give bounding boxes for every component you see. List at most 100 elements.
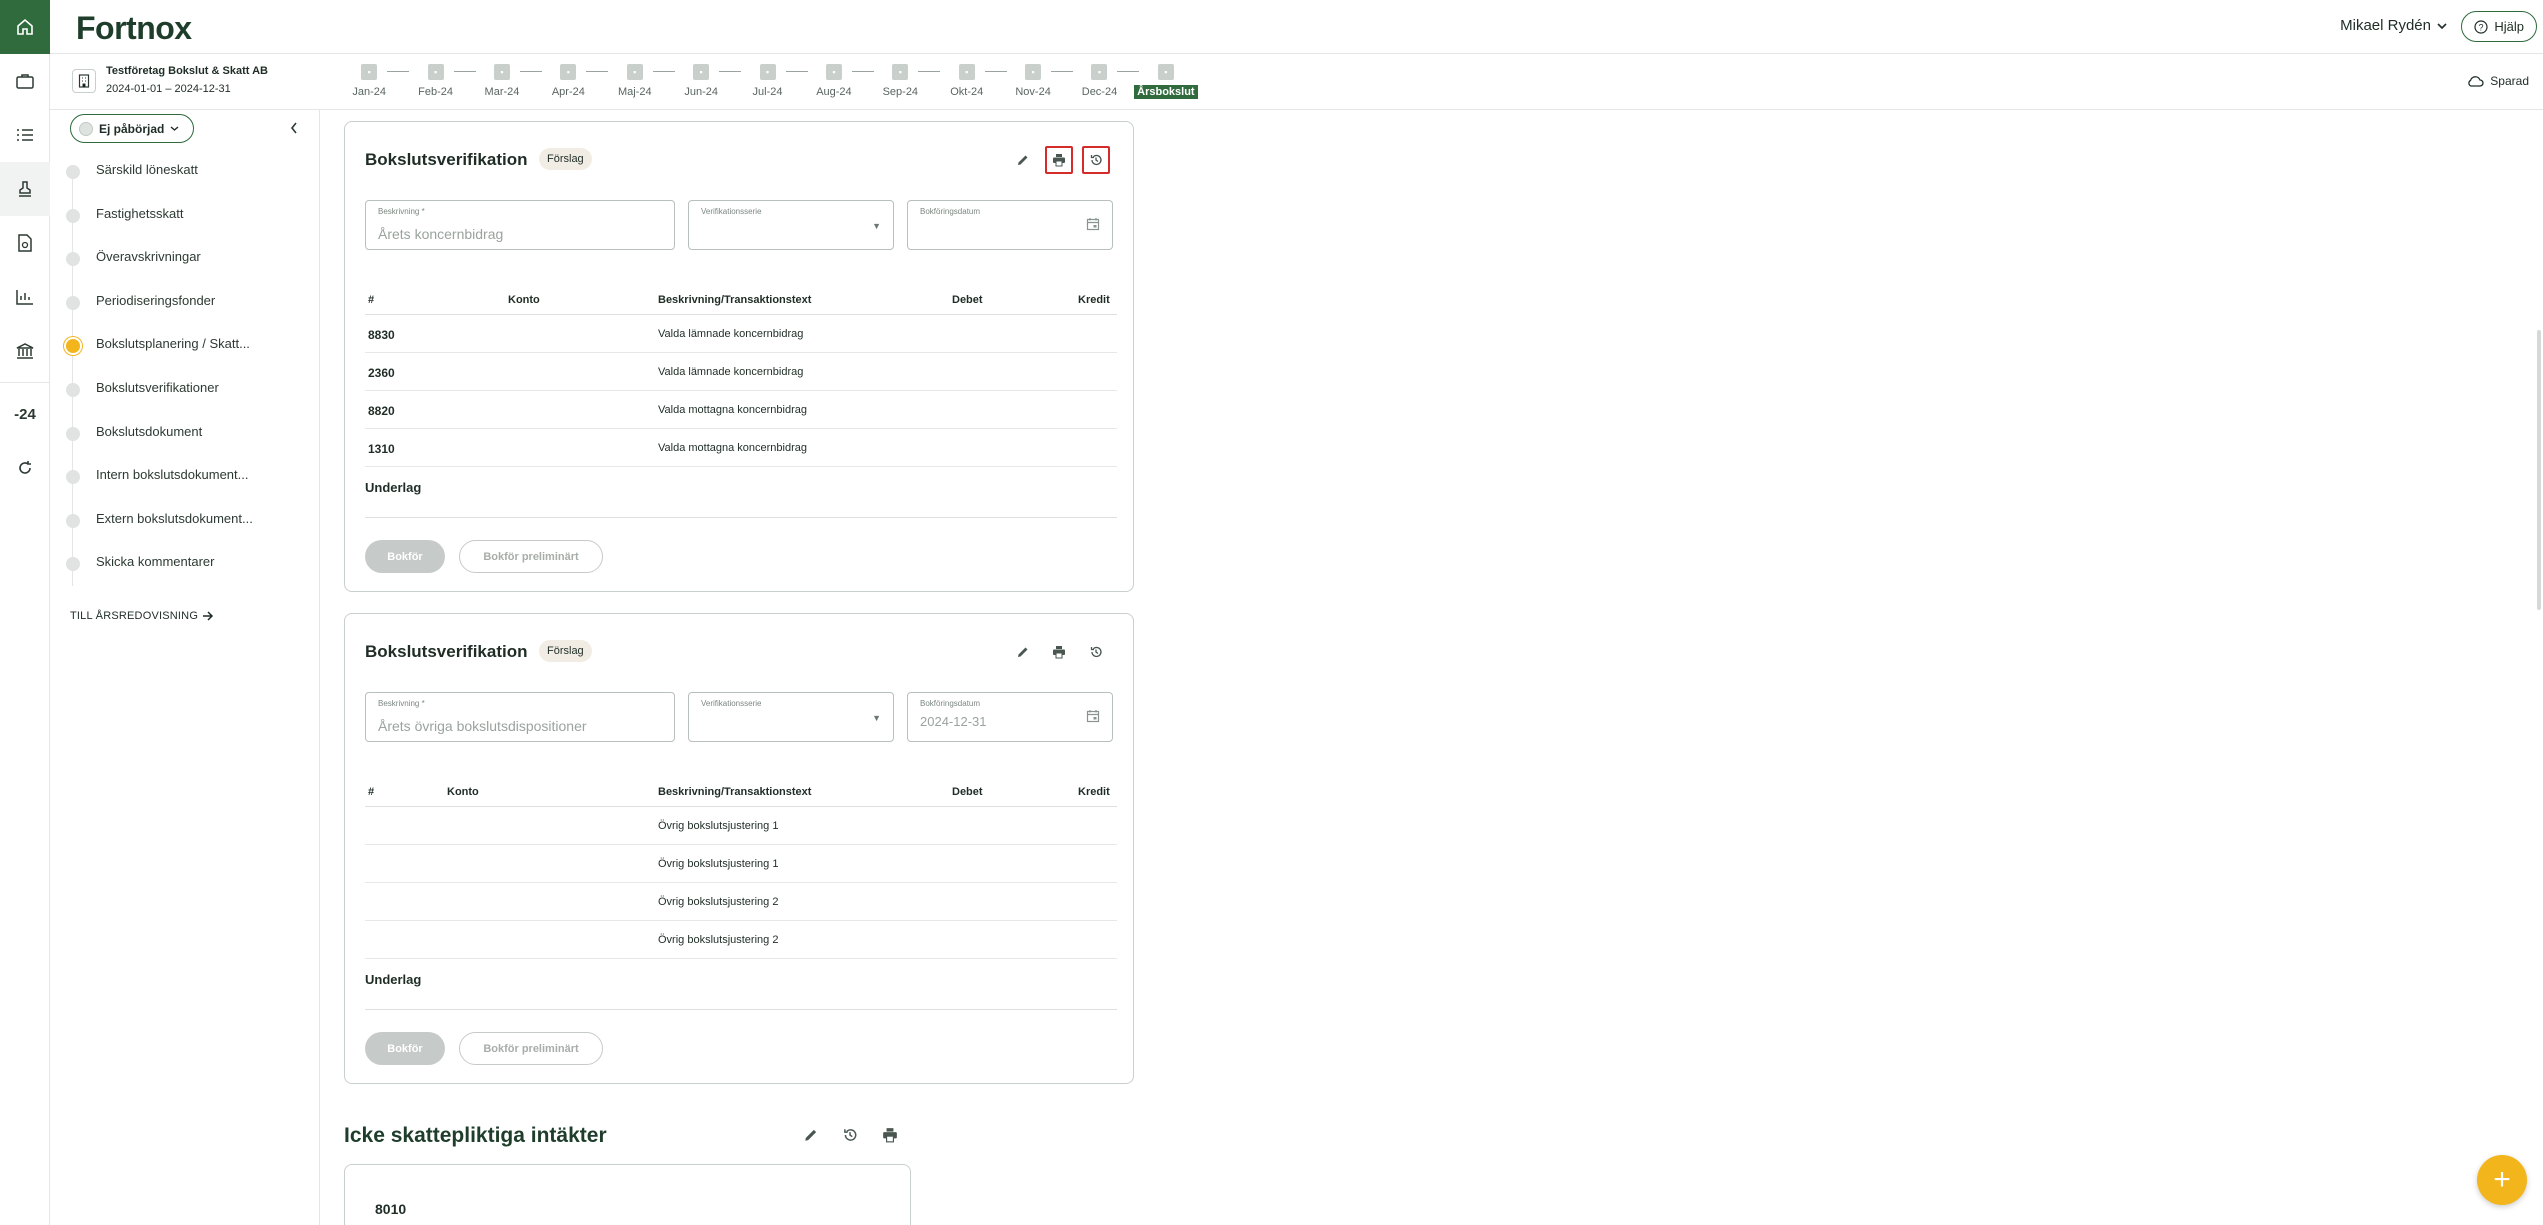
step-fastighetsskatt[interactable]: Fastighetsskatt bbox=[66, 206, 316, 250]
step-overavskrivningar[interactable]: Överavskrivningar bbox=[66, 249, 316, 293]
date-field[interactable]: Bokföringsdatum bbox=[907, 200, 1113, 250]
table-row[interactable]: Övrig bokslutsjustering 2 bbox=[365, 883, 1117, 921]
step-list: Särskild löneskatt Fastighetsskatt Övera… bbox=[66, 162, 316, 598]
table-row[interactable]: 2360 Valda lämnade koncernbidrag bbox=[365, 353, 1117, 391]
step-periodiseringsfonder[interactable]: Periodiseringsfonder bbox=[66, 293, 316, 337]
printer-icon bbox=[883, 1128, 897, 1143]
step-bokslutsdokument[interactable]: Bokslutsdokument bbox=[66, 424, 316, 468]
month-jul[interactable]: ▪ Jul-24 bbox=[734, 64, 808, 99]
pencil-icon bbox=[1018, 647, 1028, 657]
section-edit-button[interactable] bbox=[797, 1121, 825, 1149]
post-button[interactable]: Bokför bbox=[365, 1032, 445, 1065]
underlag-section[interactable]: Underlag bbox=[365, 468, 1117, 518]
chart-button[interactable] bbox=[0, 270, 50, 324]
series-select[interactable]: Verifikationsserie ▼ bbox=[688, 692, 894, 742]
bank-button[interactable] bbox=[0, 324, 50, 378]
status-dropdown[interactable]: Ej påbörjad bbox=[70, 114, 195, 143]
table-header: # Konto Beskrivning/Transaktionstext Deb… bbox=[365, 777, 1117, 807]
document-icon bbox=[18, 234, 32, 252]
table-row[interactable]: Övrig bokslutsjustering 1 bbox=[365, 845, 1117, 883]
series-select[interactable]: Verifikationsserie ▼ bbox=[688, 200, 894, 250]
step-sidebar: Ej påbörjad Särskild löneskatt Fastighet… bbox=[50, 110, 320, 1225]
month-sep[interactable]: ▪ Sep-24 bbox=[867, 64, 941, 99]
stamp-icon bbox=[19, 181, 31, 197]
month-okt[interactable]: ▪ Okt-24 bbox=[934, 64, 1007, 99]
post-preliminary-button[interactable]: Bokför preliminärt bbox=[459, 540, 603, 573]
company-selector[interactable]: Testföretag Bokslut & Skatt AB 2024-01-0… bbox=[72, 65, 268, 95]
print-button[interactable] bbox=[1045, 146, 1073, 174]
pencil-icon bbox=[805, 1129, 817, 1141]
checklist-button[interactable] bbox=[0, 108, 50, 162]
lock-icon: ▪ bbox=[825, 64, 842, 80]
history-icon bbox=[844, 1129, 857, 1141]
briefcase-icon bbox=[16, 74, 34, 89]
table-row[interactable]: 8830 Valda lämnade koncernbidrag bbox=[365, 315, 1117, 353]
step-sarskild-loneskatt[interactable]: Särskild löneskatt bbox=[66, 162, 316, 206]
status-badge: Förslag bbox=[539, 640, 592, 662]
step-bokslutsverifikationer[interactable]: Bokslutsverifikationer bbox=[66, 380, 316, 424]
table-row[interactable]: Övrig bokslutsjustering 2 bbox=[365, 921, 1117, 959]
month-apr[interactable]: ▪ Apr-24 bbox=[535, 64, 609, 99]
rail-divider bbox=[0, 382, 49, 383]
table-row[interactable]: 1310 Valda mottagna koncernbidrag bbox=[365, 429, 1117, 467]
month-jan[interactable]: ▪ Jan-24 bbox=[336, 64, 410, 99]
history-button[interactable] bbox=[1082, 638, 1110, 666]
month-mar[interactable]: ▪ Mar-24 bbox=[469, 64, 542, 99]
user-menu[interactable]: Mikael Rydén bbox=[2340, 17, 2447, 34]
to-annual-report-link[interactable]: TILL ÅRSREDOVISNING bbox=[70, 610, 214, 622]
step-bokslutsplanering[interactable]: Bokslutsplanering / Skatt... bbox=[66, 336, 316, 380]
scrollbar[interactable] bbox=[2537, 330, 2541, 610]
description-value: Årets koncernbidrag bbox=[378, 226, 504, 242]
underlag-section[interactable]: Underlag bbox=[365, 960, 1117, 1010]
month-feb[interactable]: ▪ Feb-24 bbox=[402, 64, 476, 99]
document-button[interactable] bbox=[0, 216, 50, 270]
description-field[interactable]: Beskrivning * Årets övriga bokslutsdispo… bbox=[365, 692, 675, 742]
section-print-button[interactable] bbox=[876, 1121, 904, 1149]
lock-icon: ▪ bbox=[892, 64, 909, 80]
date-field[interactable]: Bokföringsdatum 2024-12-31 bbox=[907, 692, 1113, 742]
lock-icon: ▪ bbox=[493, 64, 510, 80]
step-skicka-kommentarer[interactable]: Skicka kommentarer bbox=[66, 554, 316, 598]
status-dot-icon bbox=[79, 121, 93, 136]
month-maj[interactable]: ▪ Maj-24 bbox=[602, 64, 675, 99]
step-intern-bokslutsdokument[interactable]: Intern bokslutsdokument... bbox=[66, 467, 316, 511]
verification-card-1: Bokslutsverifikation Förslag Beskrivning… bbox=[344, 121, 1134, 592]
cloud-icon bbox=[2468, 76, 2484, 87]
table-header: # Konto Beskrivning/Transaktionstext Deb… bbox=[365, 285, 1117, 315]
print-button[interactable] bbox=[1045, 638, 1073, 666]
collapse-sidebar-button[interactable] bbox=[290, 121, 298, 137]
series-label: Verifikationsserie bbox=[701, 207, 762, 216]
home-button[interactable] bbox=[0, 0, 50, 54]
history-button[interactable] bbox=[1082, 146, 1110, 174]
help-button[interactable]: ? Hjälp bbox=[2461, 11, 2537, 42]
edit-button[interactable] bbox=[1009, 638, 1037, 666]
briefcase-button[interactable] bbox=[0, 54, 50, 108]
edit-button[interactable] bbox=[1009, 146, 1037, 174]
refresh-button[interactable] bbox=[0, 441, 50, 495]
month-jun[interactable]: ▪ Jun-24 bbox=[668, 64, 742, 99]
add-button[interactable]: + bbox=[2477, 1155, 2527, 1205]
table-row[interactable]: 8820 Valda mottagna koncernbidrag bbox=[365, 391, 1117, 429]
home-icon bbox=[17, 18, 33, 35]
month-nov[interactable]: ▪ Nov-24 bbox=[1000, 64, 1074, 99]
series-label: Verifikationsserie bbox=[701, 699, 762, 708]
fortnox-logo[interactable]: Fortnox bbox=[76, 10, 192, 47]
table-row[interactable]: Övrig bokslutsjustering 1 bbox=[365, 807, 1117, 845]
calendar-icon[interactable] bbox=[1086, 709, 1100, 728]
section-history-button[interactable] bbox=[836, 1121, 864, 1149]
period-bar: Testföretag Bokslut & Skatt AB 2024-01-0… bbox=[50, 54, 2543, 110]
description-field[interactable]: Beskrivning * Årets koncernbidrag bbox=[365, 200, 675, 250]
month-aug[interactable]: ▪ Aug-24 bbox=[801, 64, 874, 99]
month-arsbokslut[interactable]: ▪ Årsbokslut bbox=[1133, 64, 1199, 99]
lock-icon: ▪ bbox=[1091, 64, 1108, 80]
refresh-icon bbox=[19, 461, 31, 474]
month-dec[interactable]: ▪ Dec-24 bbox=[1066, 64, 1140, 99]
stamp-button[interactable] bbox=[0, 162, 50, 216]
step-extern-bokslutsdokument[interactable]: Extern bokslutsdokument... bbox=[66, 511, 316, 555]
section-title: Icke skattepliktiga intäkter bbox=[344, 1124, 607, 1147]
post-button[interactable]: Bokför bbox=[365, 540, 445, 573]
year-button[interactable]: -24 bbox=[0, 387, 50, 441]
calendar-icon[interactable] bbox=[1086, 217, 1100, 236]
lock-icon: ▪ bbox=[361, 64, 378, 80]
post-preliminary-button[interactable]: Bokför preliminärt bbox=[459, 1032, 603, 1065]
